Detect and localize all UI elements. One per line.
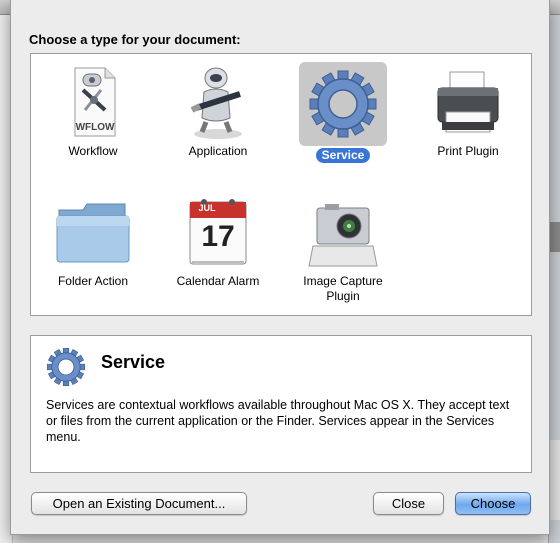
description-text: Services are contextual workflows availa…	[46, 398, 510, 444]
printer-icon	[428, 62, 508, 142]
calendar-day: 17	[201, 220, 235, 253]
description-title: Service	[101, 352, 166, 372]
camera-icon	[303, 192, 383, 272]
type-label-folder-action: Folder Action	[57, 274, 129, 288]
sheet-title: Choose a type for your document:	[29, 32, 241, 47]
type-item-folder-action[interactable]: Folder Action	[31, 192, 155, 289]
choose-button[interactable]: Choose	[455, 492, 531, 515]
type-label-application: Application	[188, 144, 248, 158]
service-gear-icon	[41, 342, 91, 392]
open-existing-document-button[interactable]: Open an Existing Document...	[31, 492, 247, 515]
application-icon	[178, 62, 258, 142]
type-item-calendar-alarm[interactable]: JUL 17 Calendar Alarm	[156, 192, 280, 289]
service-gear-icon	[299, 62, 387, 146]
calendar-month: JUL	[198, 203, 216, 213]
description-panel: Service Services are contextual workflow…	[30, 335, 532, 473]
close-button[interactable]: Close	[373, 492, 444, 515]
document-type-sheet: Choose a type for your document: WFLOW W…	[10, 0, 550, 535]
type-label-service: Service	[315, 148, 371, 163]
type-label-calendar-alarm: Calendar Alarm	[176, 274, 260, 288]
background-right-strip	[549, 440, 560, 520]
workflow-icon-text: WFLOW	[75, 122, 115, 133]
type-item-image-capture-plugin[interactable]: Image Capture Plugin	[281, 192, 405, 304]
workflow-icon: WFLOW	[53, 62, 133, 142]
calendar-icon: JUL 17	[178, 192, 258, 272]
type-label-print-plugin: Print Plugin	[437, 144, 499, 158]
folder-icon	[53, 192, 133, 272]
type-label-image-capture-plugin: Image Capture Plugin	[303, 274, 383, 303]
type-item-service[interactable]: Service	[281, 62, 405, 163]
background-right-tab	[549, 222, 560, 252]
type-item-workflow[interactable]: WFLOW Workflow	[31, 62, 155, 159]
document-type-chooser: WFLOW Workflow Application Service Print…	[30, 53, 532, 316]
type-label-workflow: Workflow	[68, 144, 118, 158]
type-item-print-plugin[interactable]: Print Plugin	[406, 62, 530, 159]
type-item-application[interactable]: Application	[156, 62, 280, 159]
